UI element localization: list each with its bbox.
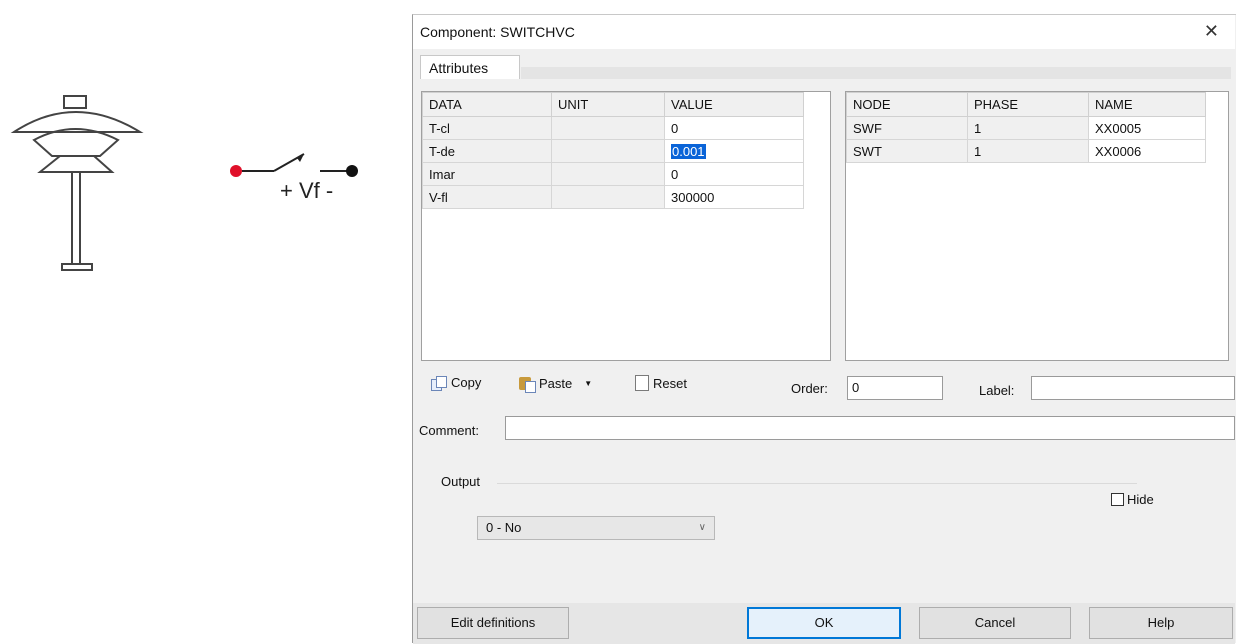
value-cell[interactable]: 0 — [664, 116, 804, 140]
node-cell: SWF — [846, 116, 968, 140]
edit-definitions-button[interactable]: Edit definitions — [417, 607, 569, 639]
title-bar: Component: SWITCHVC ✕ — [413, 15, 1235, 49]
name-cell[interactable]: XX0005 — [1088, 116, 1206, 140]
chevron-down-icon: ∨ — [698, 522, 706, 533]
data-cell: V-fl — [422, 185, 552, 209]
data-grid: DATA UNIT VALUE T-cl 0 T-de 0.001 Imar 0… — [421, 91, 831, 361]
comment-field[interactable] — [505, 416, 1235, 440]
unit-cell — [551, 139, 665, 163]
table-row: SWT 1 XX0006 — [846, 139, 1206, 163]
switch-label: + Vf - — [280, 178, 333, 203]
output-select[interactable]: 0 - No ∨ — [477, 516, 715, 540]
value-cell[interactable]: 0 — [664, 162, 804, 186]
paste-button[interactable]: Paste — [519, 375, 573, 393]
help-button[interactable]: Help — [1089, 607, 1233, 639]
table-row: V-fl 300000 — [422, 185, 804, 209]
table-row: SWF 1 XX0005 — [846, 116, 1206, 140]
copy-label: Copy — [451, 375, 482, 390]
output-selected-value: 0 - No — [486, 520, 522, 535]
unit-cell — [551, 116, 665, 140]
unit-cell — [551, 185, 665, 209]
tab-attributes[interactable]: Attributes — [420, 55, 520, 79]
reset-label: Reset — [653, 375, 687, 391]
order-field[interactable]: 0 — [847, 376, 943, 400]
reset-icon — [635, 375, 649, 391]
col-header-name[interactable]: NAME — [1088, 92, 1206, 117]
col-header-value[interactable]: VALUE — [664, 92, 804, 117]
grid-toolbar: Copy — [431, 375, 482, 391]
tab-strip — [521, 67, 1231, 79]
hide-checkbox[interactable]: Hide — [1111, 492, 1154, 507]
table-row: Imar 0 — [422, 162, 804, 186]
selected-value-text[interactable]: 0.001 — [671, 143, 706, 159]
unit-cell — [551, 162, 665, 186]
hide-checkbox-box[interactable] — [1111, 493, 1124, 506]
col-header-data[interactable]: DATA — [422, 92, 552, 117]
comment-label: Comment: — [419, 423, 479, 438]
paste-dropdown-icon[interactable]: ▼ — [584, 379, 592, 388]
phase-cell: 1 — [967, 116, 1089, 140]
copy-button[interactable]: Copy — [431, 375, 482, 391]
hide-label: Hide — [1127, 492, 1154, 507]
paste-group: Paste ▼ — [519, 375, 592, 393]
paste-icon — [519, 375, 536, 393]
data-cell: T-de — [422, 139, 552, 163]
lamp-icon — [10, 95, 144, 271]
table-row: T-cl 0 — [422, 116, 804, 140]
reset-button[interactable]: Reset — [635, 375, 687, 391]
label-label: Label: — [979, 383, 1015, 398]
col-header-phase[interactable]: PHASE — [967, 92, 1089, 117]
left-node-icon — [230, 165, 242, 177]
col-header-unit[interactable]: UNIT — [551, 92, 665, 117]
cancel-button[interactable]: Cancel — [919, 607, 1071, 639]
switch-symbol-icon: + Vf - — [230, 153, 358, 203]
col-header-node[interactable]: NODE — [846, 92, 968, 117]
ok-button[interactable]: OK — [747, 607, 901, 639]
node-grid: NODE PHASE NAME SWF 1 XX0005 SWT 1 XX000… — [845, 91, 1229, 361]
data-cell: Imar — [422, 162, 552, 186]
close-icon[interactable]: ✕ — [1204, 21, 1219, 42]
name-cell[interactable]: XX0006 — [1088, 139, 1206, 163]
phase-cell: 1 — [967, 139, 1089, 163]
node-cell: SWT — [846, 139, 968, 163]
right-node-icon — [346, 165, 358, 177]
data-cell: T-cl — [422, 116, 552, 140]
reset-group: Reset — [635, 375, 687, 391]
value-cell[interactable]: 300000 — [664, 185, 804, 209]
label-field[interactable] — [1031, 376, 1235, 400]
component-dialog: Component: SWITCHVC ✕ Attributes DATA UN… — [412, 14, 1236, 644]
output-group-divider — [497, 483, 1137, 484]
table-row: T-de 0.001 — [422, 139, 804, 163]
copy-icon — [431, 375, 447, 391]
paste-label: Paste — [539, 375, 573, 391]
order-label: Order: — [791, 381, 828, 396]
dialog-title: Component: SWITCHVC — [420, 24, 575, 40]
value-cell-selected[interactable]: 0.001 — [664, 139, 804, 163]
output-group-label: Output — [441, 474, 481, 489]
